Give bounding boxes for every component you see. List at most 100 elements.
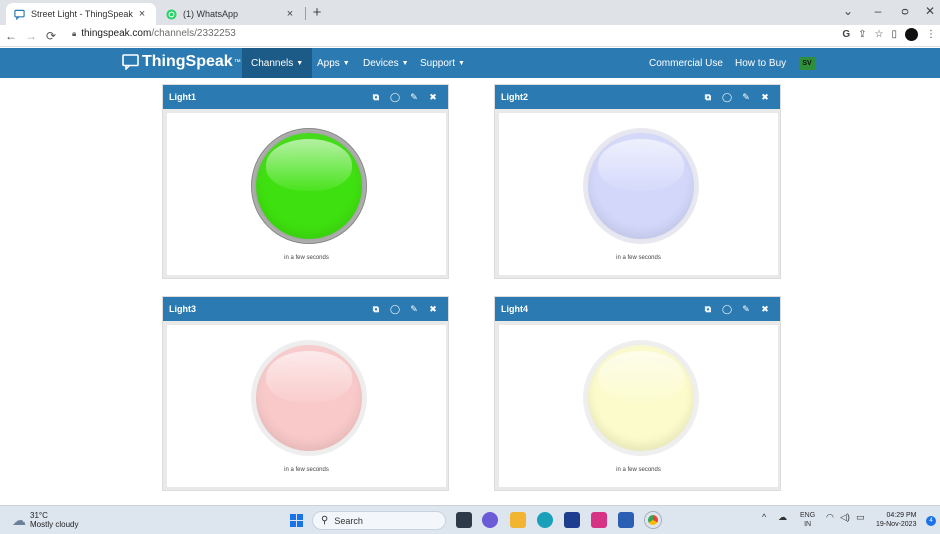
share-icon[interactable]: ⇪ (858, 29, 866, 40)
menu-label: Apps (317, 57, 340, 69)
widget-updated-time: in a few seconds (616, 255, 661, 261)
comment-icon[interactable]: ◯ (390, 92, 400, 103)
side-panel-icon[interactable]: ▯ (891, 29, 897, 40)
edge-browser-icon[interactable] (537, 512, 553, 528)
widget-title: Light2 (501, 92, 528, 102)
google-icon[interactable]: G (842, 29, 850, 40)
close-icon[interactable]: ✖ (428, 304, 438, 315)
menu-label: Devices (363, 57, 399, 69)
widget-body: in a few seconds (499, 325, 778, 487)
lamp-highlight (598, 351, 684, 403)
weather-widget[interactable]: ☁ 31°C Mostly cloudy (12, 511, 78, 529)
lamp-indicator-ring (583, 128, 699, 244)
light-bulb-indicator (588, 345, 694, 451)
widget-header: Light2 ⧉ ◯ ✎ ✖ (495, 85, 780, 109)
task-view-icon[interactable] (456, 512, 472, 528)
widget-updated-time: in a few seconds (616, 467, 661, 473)
close-icon[interactable]: ✖ (760, 304, 770, 315)
widget-updated-time: in a few seconds (284, 467, 329, 473)
lamp-indicator-ring (251, 340, 367, 456)
speech-bubble-logo-icon (122, 54, 139, 70)
profile-avatar[interactable] (905, 28, 918, 41)
system-clock[interactable]: 04:29 PM 19-Nov-2023 (876, 511, 916, 529)
widget-light1: Light1 ⧉ ◯ ✎ ✖ in a few seconds (162, 84, 449, 279)
word-icon[interactable] (618, 512, 634, 528)
external-link-icon[interactable]: ⧉ (371, 304, 381, 315)
windows-start-icon[interactable] (290, 514, 303, 527)
external-link-icon[interactable]: ⧉ (371, 92, 381, 103)
tab-thingspeak[interactable]: Street Light - ThingSpeak IoT × (6, 3, 156, 25)
trademark-symbol: ™ (233, 58, 241, 66)
tab-search-chevron-icon[interactable]: ⌄ (838, 4, 858, 18)
thingspeak-navbar: ThingSpeak ™ Channels ▼ Apps ▼ Devices ▼ Sup… (0, 48, 940, 78)
caret-down-icon: ▼ (296, 59, 304, 67)
forward-arrow-icon[interactable]: → (22, 29, 40, 43)
bookmark-star-icon[interactable]: ☆ (875, 29, 884, 40)
minimize-button[interactable]: – (868, 4, 888, 18)
external-link-icon[interactable]: ⧉ (703, 92, 713, 103)
tab-close-icon[interactable]: × (284, 8, 296, 20)
show-hidden-icons-chevron[interactable]: ^ (762, 512, 766, 522)
url-domain: thingspeak.com (81, 28, 152, 39)
tab-whatsapp[interactable]: (1) WhatsApp × (158, 3, 304, 25)
link-commercial-use[interactable]: Commercial Use (640, 48, 732, 78)
external-link-icon[interactable]: ⧉ (703, 304, 713, 315)
link-how-to-buy[interactable]: How to Buy (726, 48, 795, 78)
menu-devices[interactable]: Devices ▼ (354, 48, 418, 78)
comment-icon[interactable]: ◯ (722, 92, 732, 103)
store-icon[interactable] (564, 512, 580, 528)
instagram-icon[interactable] (591, 512, 607, 528)
menu-kebab-icon[interactable]: ⋮ (926, 29, 936, 40)
comment-icon[interactable]: ◯ (722, 304, 732, 315)
close-icon[interactable]: ✖ (428, 92, 438, 103)
comment-icon[interactable]: ◯ (390, 304, 400, 315)
clock-date: 19-Nov-2023 (876, 521, 917, 528)
user-avatar-badge[interactable]: SV (799, 57, 815, 70)
chat-icon[interactable] (482, 512, 498, 528)
lang-primary: ENG (800, 512, 816, 519)
reload-icon[interactable]: ⟳ (42, 29, 60, 43)
widget-light2: Light2 ⧉ ◯ ✎ ✖ in a few seconds (494, 84, 781, 279)
close-window-button[interactable]: ✕ (920, 4, 940, 18)
tab-close-icon[interactable]: × (136, 8, 148, 20)
pencil-icon[interactable]: ✎ (409, 92, 419, 103)
lamp-indicator-ring (251, 128, 367, 244)
close-icon[interactable]: ✖ (760, 92, 770, 103)
pencil-icon[interactable]: ✎ (741, 92, 751, 103)
pencil-icon[interactable]: ✎ (741, 304, 751, 315)
widget-title: Light3 (169, 304, 196, 314)
taskbar-search-input[interactable]: ⚲ Search (312, 511, 446, 530)
cloud-sun-icon: ☁ (12, 511, 26, 528)
widget-updated-time: in a few seconds (284, 255, 329, 261)
menu-apps[interactable]: Apps ▼ (308, 48, 359, 78)
address-bar[interactable]: 🔒︎ thingspeak.com/channels/2332253 (72, 28, 236, 39)
widget-light3: Light3 ⧉ ◯ ✎ ✖ in a few seconds (162, 296, 449, 491)
widget-title: Light4 (501, 304, 528, 314)
onedrive-cloud-icon[interactable]: ☁ (778, 512, 787, 523)
search-label: Search (334, 515, 363, 526)
widget-body: in a few seconds (167, 113, 446, 275)
menu-support[interactable]: Support ▼ (411, 48, 474, 78)
menu-channels[interactable]: Channels ▼ (242, 48, 313, 78)
widget-header: Light3 ⧉ ◯ ✎ ✖ (163, 297, 448, 321)
language-indicator[interactable]: ENG IN (800, 511, 815, 529)
file-explorer-icon[interactable] (510, 512, 526, 528)
search-icon: ⚲ (321, 515, 329, 526)
browser-toolbar: ← → ⟳ 🔒︎ thingspeak.com/channels/2332253… (0, 25, 940, 47)
chrome-icon[interactable] (645, 512, 661, 528)
volume-icon[interactable]: ◁) (840, 512, 850, 523)
widget-body: in a few seconds (167, 325, 446, 487)
light-bulb-indicator (588, 133, 694, 239)
battery-icon[interactable]: ▭ (856, 512, 865, 523)
logo-text: ThingSpeak (142, 53, 233, 70)
pencil-icon[interactable]: ✎ (409, 304, 419, 315)
tab-title: Street Light - ThingSpeak IoT (31, 9, 136, 19)
notification-badge[interactable]: 4 (926, 516, 936, 526)
back-arrow-icon[interactable]: ← (2, 29, 20, 43)
new-tab-button[interactable]: + (310, 5, 324, 21)
menu-label: Channels (251, 57, 294, 69)
wifi-icon[interactable]: ◠ (826, 512, 834, 523)
whatsapp-favicon-icon (166, 8, 177, 20)
restore-button[interactable]: ᴑ (895, 4, 915, 18)
thingspeak-logo[interactable]: ThingSpeak ™ (122, 53, 241, 71)
